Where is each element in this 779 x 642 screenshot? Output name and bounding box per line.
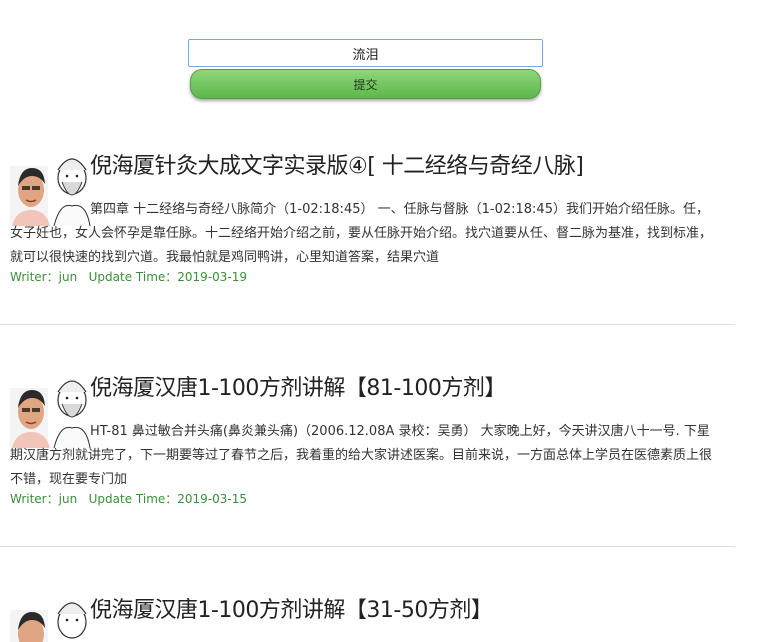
- update-label: Update Time：: [88, 270, 178, 284]
- divider: [0, 324, 735, 325]
- update-time: 2019-03-19: [177, 270, 248, 284]
- article-title[interactable]: 倪海厦汉唐1-100方剂讲解【31-50方剂】: [90, 592, 493, 624]
- writer-label: Writer：: [10, 270, 59, 284]
- article-meta: Writer：jun Update Time：2019-03-19: [10, 268, 247, 285]
- article-item: 倪海厦汉唐1-100方剂讲解【81-100方剂】 HT-81 鼻过敏合并头痛(鼻…: [0, 370, 735, 510]
- article-title[interactable]: 倪海厦汉唐1-100方剂讲解【81-100方剂】: [90, 370, 506, 402]
- article-meta: Writer：jun Update Time：2019-03-15: [10, 490, 247, 507]
- article-item: 倪海厦针灸大成文字实录版④[ 十二经络与奇经八脉] 第四章 十二经络与奇经八脉简…: [0, 148, 735, 288]
- writer-name: jun: [58, 270, 78, 284]
- writer-name: jun: [58, 492, 78, 506]
- divider: [0, 546, 735, 547]
- article-title[interactable]: 倪海厦针灸大成文字实录版④[ 十二经络与奇经八脉]: [90, 148, 584, 180]
- article-item: 倪海厦汉唐1-100方剂讲解【31-50方剂】: [0, 592, 735, 642]
- submit-button[interactable]: 提交: [190, 69, 541, 99]
- article-excerpt: 第四章 十二经络与奇经八脉简介（1-02:18:45） 一、任脉与督脉（1-02…: [10, 202, 713, 265]
- author-avatar-icon: [10, 602, 87, 642]
- search-input[interactable]: [188, 39, 543, 67]
- update-label: Update Time：: [88, 492, 178, 506]
- writer-label: Writer：: [10, 492, 59, 506]
- search-form: 提交: [188, 39, 543, 99]
- update-time: 2019-03-15: [177, 492, 248, 506]
- article-excerpt: HT-81 鼻过敏合并头痛(鼻炎兼头痛)（2006.12.08A 录校：吴勇） …: [10, 424, 713, 487]
